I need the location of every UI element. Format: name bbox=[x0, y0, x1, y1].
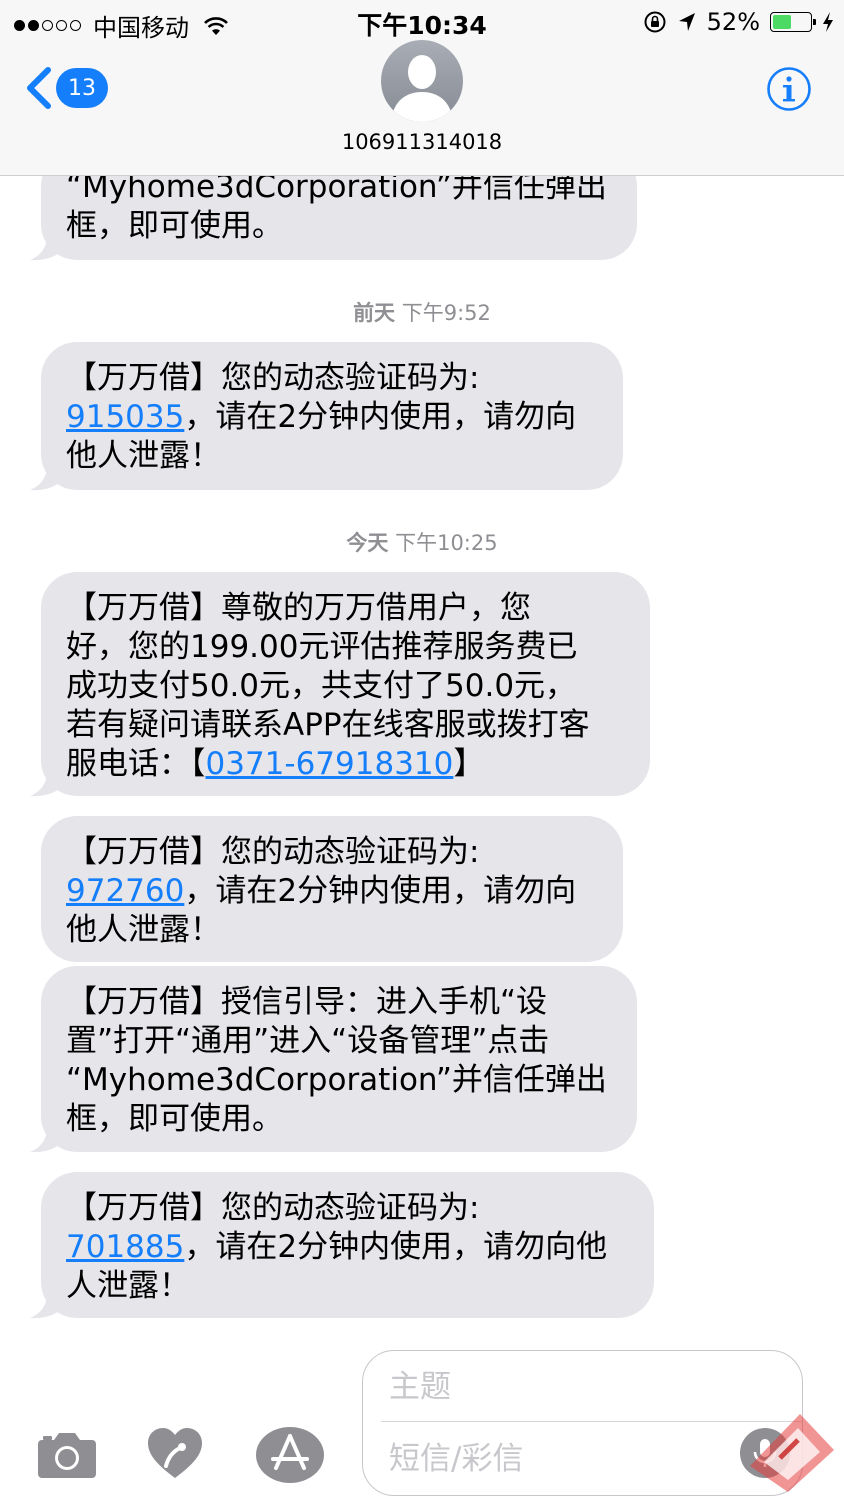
timestamp: 前天 下午9:52 bbox=[0, 297, 844, 327]
status-right: 52% bbox=[643, 8, 834, 36]
message-line: 若有疑问请联系APP在线客服或拨打客 bbox=[66, 707, 590, 743]
message-line: 【万万借】授信引导：进入手机“设 bbox=[66, 984, 548, 1020]
compose-bar bbox=[0, 1338, 844, 1500]
timestamp-day: 今天 bbox=[346, 531, 389, 555]
timestamp-time: 下午10:25 bbox=[395, 531, 498, 555]
message-bubble[interactable]: 【万万借】您的动态验证码为: 972760，请在2分钟内使用，请勿向 他人泄露！ bbox=[41, 816, 623, 962]
message-bubble[interactable]: 【万万借】您的动态验证码为: 915035，请在2分钟内使用，请勿向 他人泄露！ bbox=[41, 342, 623, 490]
unread-count-badge: 13 bbox=[56, 68, 108, 108]
message-bubble[interactable]: 【万万借】授信引导：进入手机“设 置”打开“通用”进入“设备管理”点击 “Myh… bbox=[41, 966, 637, 1152]
message-line: 他人泄露！ bbox=[66, 912, 221, 948]
info-icon[interactable] bbox=[766, 66, 812, 112]
back-button[interactable]: 13 bbox=[22, 64, 108, 112]
message-text: 】 bbox=[453, 746, 485, 782]
location-arrow-icon bbox=[678, 13, 695, 31]
rotation-lock-icon bbox=[644, 11, 666, 33]
status-bar: 中国移动 下午10:34 52% bbox=[0, 0, 844, 44]
message-bubble[interactable]: 【万万借】您的动态验证码为: 701885，请在2分钟内使用，请勿向他 人泄露！ bbox=[41, 1172, 654, 1318]
camera-icon[interactable] bbox=[38, 1430, 96, 1478]
watermark-logo-icon bbox=[750, 1414, 834, 1492]
battery-level-fill bbox=[773, 15, 792, 29]
message-line: 他人泄露！ bbox=[66, 438, 221, 474]
message-text: 服电话：【 bbox=[66, 746, 206, 782]
message-thread[interactable]: “Myhome3dCorporation”并信任弹出 框，即可使用。 前天 下午… bbox=[0, 0, 844, 1340]
verification-code-link[interactable]: 701885 bbox=[66, 1229, 184, 1265]
bubble-tail bbox=[30, 1122, 62, 1153]
message-line: 915035，请在2分钟内使用，请勿向 bbox=[66, 398, 601, 437]
message-composer[interactable] bbox=[362, 1350, 803, 1496]
message-text: ，请在2分钟内使用，请勿向他 bbox=[184, 1229, 608, 1265]
message-text: ，请在2分钟内使用，请勿向 bbox=[184, 399, 577, 435]
message-line: 置”打开“通用”进入“设备管理”点击 bbox=[66, 1023, 550, 1059]
app-store-icon[interactable] bbox=[255, 1426, 325, 1484]
message-line: 好，您的199.00元评估推荐服务费已 bbox=[66, 629, 578, 665]
bubble-tail bbox=[30, 766, 62, 797]
subject-input[interactable] bbox=[389, 1363, 779, 1411]
verification-code-link[interactable]: 972760 bbox=[66, 873, 184, 909]
message-input[interactable] bbox=[389, 1435, 719, 1483]
battery-icon bbox=[770, 12, 816, 32]
message-line: 【万万借】您的动态验证码为: bbox=[66, 360, 480, 396]
verification-code-link[interactable]: 915035 bbox=[66, 399, 184, 435]
message-line: 【万万借】尊敬的万万借用户，您 bbox=[66, 590, 531, 626]
bubble-tail bbox=[30, 1288, 62, 1319]
composer-divider bbox=[381, 1421, 802, 1422]
timestamp-day: 前天 bbox=[353, 301, 396, 325]
bubble-tail bbox=[30, 460, 62, 491]
message-line: 701885，请在2分钟内使用，请勿向他 bbox=[66, 1228, 632, 1267]
message-line: 人泄露！ bbox=[66, 1268, 190, 1304]
phone-number-link[interactable]: 0371-67918310 bbox=[206, 746, 454, 782]
person-silhouette-icon bbox=[391, 55, 453, 122]
digital-touch-heart-icon[interactable] bbox=[146, 1426, 204, 1480]
contact-name[interactable]: 106911314018 bbox=[0, 130, 844, 154]
charging-bolt-icon bbox=[823, 12, 833, 32]
timestamp-time: 下午9:52 bbox=[401, 301, 491, 325]
message-line: 框，即可使用。 bbox=[66, 1101, 283, 1137]
message-line: “Myhome3dCorporation”并信任弹出 bbox=[66, 1062, 607, 1098]
message-line: 972760，请在2分钟内使用，请勿向 bbox=[66, 872, 601, 911]
bubble-tail bbox=[30, 230, 62, 261]
message-line: 成功支付50.0元，共支付了50.0元， bbox=[66, 668, 577, 704]
message-line: 【万万借】您的动态验证码为: bbox=[66, 1190, 480, 1226]
contact-avatar[interactable] bbox=[381, 40, 463, 122]
timestamp: 今天 下午10:25 bbox=[0, 527, 844, 557]
message-line: 框，即可使用。 bbox=[66, 208, 283, 244]
message-line: 【万万借】您的动态验证码为: bbox=[66, 834, 480, 870]
message-bubble[interactable]: 【万万借】尊敬的万万借用户，您 好，您的199.00元评估推荐服务费已 成功支付… bbox=[41, 572, 650, 796]
message-line: 服电话：【0371-67918310】 bbox=[66, 745, 628, 784]
message-text: ，请在2分钟内使用，请勿向 bbox=[184, 873, 577, 909]
battery-percentage: 52% bbox=[706, 8, 760, 36]
battery-tip bbox=[813, 19, 816, 25]
